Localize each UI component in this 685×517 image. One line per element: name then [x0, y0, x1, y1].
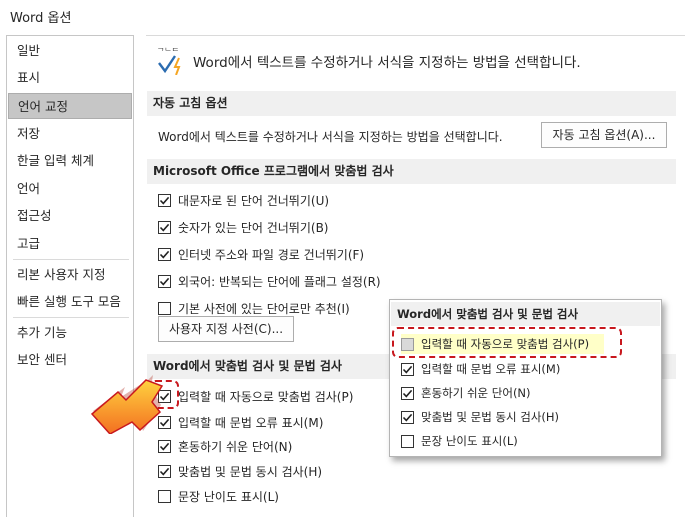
annotation-arrow-icon	[88, 372, 168, 435]
check-icon	[159, 250, 170, 259]
sidebar-item-general[interactable]: 일반	[8, 38, 132, 64]
sidebar-divider	[13, 317, 129, 318]
option-label: 입력할 때 문법 오류 표시(M)	[421, 362, 561, 376]
option-label: 기본 사전에 있는 단어로만 추천(I)	[178, 301, 350, 316]
check-icon	[402, 365, 413, 374]
option-flag-repeated-words[interactable]: 외국어: 반복되는 단어에 플래그 설정(R)	[158, 271, 381, 291]
section-title-office-spelling: Microsoft Office 프로그램에서 맞춤법 검사	[147, 159, 676, 184]
callout-section-title: Word에서 맞춤법 검사 및 문법 검사	[391, 302, 660, 326]
option-label: 외국어: 반복되는 단어에 플래그 설정(R)	[178, 274, 381, 289]
callout-option-show-readability[interactable]: 문장 난이도 표시(L)	[401, 431, 518, 451]
annotation-highlight-box	[392, 327, 622, 358]
custom-dictionaries-button[interactable]: 사용자 지정 사전(C)...	[158, 316, 294, 342]
checkbox[interactable]	[401, 434, 414, 448]
sidebar-item-trust-center[interactable]: 보안 센터	[8, 347, 132, 373]
callout-option-check-grammar-with-spelling[interactable]: 맞춤법 및 문법 동시 검사(H)	[401, 407, 559, 427]
checkbox[interactable]	[158, 193, 171, 207]
sidebar-item-display[interactable]: 표시	[8, 65, 132, 91]
callout-zoom-panel: Word에서 맞춤법 검사 및 문법 검사 입력할 때 자동으로 맞춤법 검사(…	[389, 299, 662, 457]
option-ignore-internet-paths[interactable]: 인터넷 주소와 파일 경로 건너뛰기(F)	[158, 244, 364, 264]
checkbox[interactable]	[158, 247, 171, 261]
option-mark-grammar-errors[interactable]: 입력할 때 문법 오류 표시(M)	[158, 412, 323, 432]
option-label: 혼동하기 쉬운 단어(N)	[178, 439, 293, 454]
option-label: 문장 난이도 표시(L)	[178, 489, 279, 504]
sidebar-divider	[13, 259, 129, 260]
option-label: 대문자로 된 단어 건너뛰기(U)	[178, 193, 330, 208]
option-check-grammar-with-spelling[interactable]: 맞춤법 및 문법 동시 검사(H)	[158, 461, 322, 481]
sidebar-item-language[interactable]: 언어	[8, 176, 132, 202]
options-sidebar: 일반 표시 언어 교정 저장 한글 입력 체계 언어 접근성 고급 리본 사용자…	[6, 35, 134, 517]
option-label: 숫자가 있는 단어 건너뛰기(B)	[178, 220, 329, 235]
option-label: 맞춤법 및 문법 동시 검사(H)	[178, 464, 323, 479]
window-title: Word 옵션	[10, 11, 72, 26]
checkbox[interactable]	[401, 362, 414, 376]
option-label: 입력할 때 자동으로 맞춤법 검사(P)	[178, 389, 354, 404]
option-label: 인터넷 주소와 파일 경로 건너뛰기(F)	[178, 247, 365, 262]
check-icon	[402, 413, 413, 422]
autocorrect-description: Word에서 텍스트를 수정하거나 서식을 지정하는 방법을 선택합니다.	[158, 130, 503, 144]
abc-check-icon: ᄀᄂᄃ	[155, 45, 187, 76]
check-icon	[159, 277, 170, 286]
page-description: Word에서 텍스트를 수정하거나 서식을 지정하는 방법을 선택합니다.	[193, 55, 581, 71]
option-ignore-numbers[interactable]: 숫자가 있는 단어 건너뛰기(B)	[158, 217, 328, 237]
option-label: 맞춤법 및 문법 동시 검사(H)	[421, 410, 560, 424]
checkbox[interactable]	[401, 386, 414, 400]
svg-text:ᄀᄂᄃ: ᄀᄂᄃ	[157, 47, 179, 56]
check-icon	[159, 467, 170, 476]
autocorrect-options-button[interactable]: 자동 고침 옵션(A)...	[541, 122, 667, 148]
checkbox[interactable]	[158, 220, 171, 234]
check-icon	[159, 442, 170, 451]
callout-option-mark-grammar-errors[interactable]: 입력할 때 문법 오류 표시(M)	[401, 359, 560, 379]
option-label: 혼동하기 쉬운 단어(N)	[421, 386, 531, 400]
callout-option-confused-words[interactable]: 혼동하기 쉬운 단어(N)	[401, 383, 531, 403]
sidebar-item-accessibility[interactable]: 접근성	[8, 203, 132, 229]
checkbox[interactable]	[158, 489, 171, 503]
section-title-autocorrect: 자동 고침 옵션	[147, 91, 676, 116]
option-label: 입력할 때 문법 오류 표시(M)	[178, 415, 324, 430]
option-show-readability[interactable]: 문장 난이도 표시(L)	[158, 486, 279, 506]
checkbox[interactable]	[158, 464, 171, 478]
sidebar-item-save[interactable]: 저장	[8, 121, 132, 147]
check-icon	[159, 223, 170, 232]
sidebar-item-proofing[interactable]: 언어 교정	[8, 93, 132, 119]
option-ignore-uppercase[interactable]: 대문자로 된 단어 건너뛰기(U)	[158, 190, 329, 210]
option-label: 문장 난이도 표시(L)	[421, 434, 518, 448]
sidebar-item-advanced[interactable]: 고급	[8, 231, 132, 257]
sidebar-item-hangul-input[interactable]: 한글 입력 체계	[8, 148, 132, 174]
check-icon	[159, 196, 170, 205]
sidebar-item-quick-access[interactable]: 빠른 실행 도구 모음	[8, 289, 132, 315]
check-icon	[402, 389, 413, 398]
checkbox[interactable]	[158, 301, 171, 315]
sidebar-item-customize-ribbon[interactable]: 리본 사용자 지정	[8, 262, 132, 288]
sidebar-item-addins[interactable]: 추가 기능	[8, 320, 132, 346]
option-suggest-main-dictionary[interactable]: 기본 사전에 있는 단어로만 추천(I)	[158, 298, 350, 318]
option-check-spelling-as-type[interactable]: 입력할 때 자동으로 맞춤법 검사(P)	[158, 386, 353, 406]
checkbox[interactable]	[158, 439, 171, 453]
checkbox[interactable]	[401, 410, 414, 424]
option-confused-words[interactable]: 혼동하기 쉬운 단어(N)	[158, 436, 292, 456]
checkbox[interactable]	[158, 274, 171, 288]
